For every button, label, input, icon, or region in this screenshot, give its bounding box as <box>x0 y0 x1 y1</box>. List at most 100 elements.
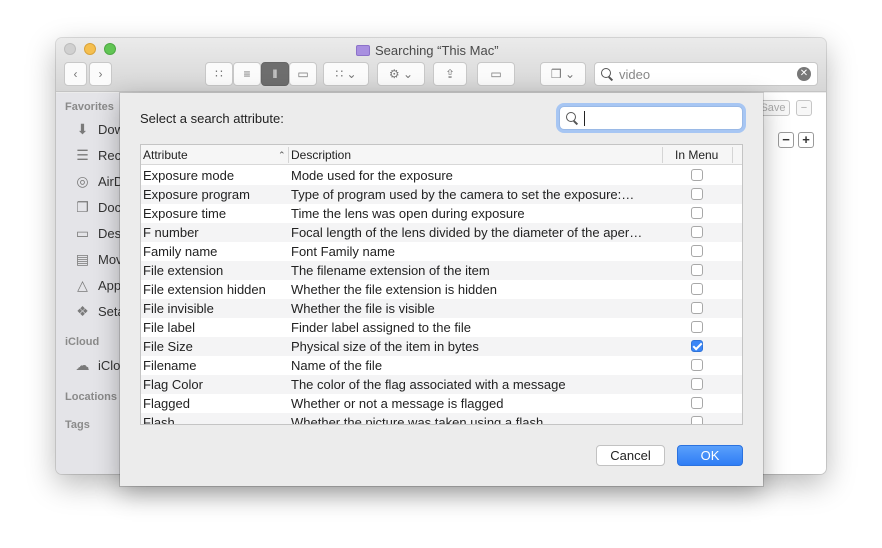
applications-icon: △ <box>77 277 88 293</box>
icon-view-button[interactable]: ∷ <box>205 62 233 86</box>
smart-folder-icon <box>356 44 370 56</box>
table-row[interactable]: Filename Name of the file <box>141 356 742 375</box>
table-row[interactable]: File invisible Whether the file is visibl… <box>141 299 742 318</box>
in-menu-checkbox[interactable] <box>691 302 703 314</box>
table-row[interactable]: F number Focal length of the lens divided… <box>141 223 742 242</box>
in-menu-checkbox[interactable] <box>691 397 703 409</box>
sidebar-item-icloud-drive[interactable]: ☁ iClo <box>74 357 121 373</box>
close-window-button[interactable] <box>64 43 76 55</box>
sort-ascending-icon: ⌃ <box>278 150 286 160</box>
action-menu-button[interactable]: ⚙ ⌄ <box>377 62 425 86</box>
attribute-cell: Filename <box>143 358 197 373</box>
recents-icon: ☰ <box>76 147 89 163</box>
sidebar-item-setapp[interactable]: ❖ Seta <box>74 303 125 319</box>
table-row[interactable]: File Size Physical size of the item in by… <box>141 337 742 356</box>
column-header-description[interactable]: Description <box>291 145 351 165</box>
list-view-button[interactable]: ≡ <box>233 62 261 86</box>
description-cell: Finder label assigned to the file <box>291 320 471 335</box>
sidebar-item-desktop[interactable]: ▭ Des <box>74 225 121 241</box>
table-row[interactable]: Flag Color The color of the flag associat… <box>141 375 742 394</box>
in-menu-checkbox[interactable] <box>691 416 703 424</box>
in-menu-checkbox[interactable] <box>691 188 703 200</box>
in-menu-checkbox[interactable] <box>691 245 703 257</box>
in-menu-checkbox[interactable] <box>691 264 703 276</box>
finder-search-value: video <box>619 66 651 82</box>
documents-icon: ❐ <box>76 199 89 215</box>
window-title: Searching “This Mac” <box>356 42 536 58</box>
column-divider[interactable] <box>288 147 289 163</box>
locations-header[interactable]: Locations <box>65 391 117 403</box>
clear-search-icon[interactable]: ✕ <box>797 67 811 81</box>
sidebar: Favorites ⬇ Dow ☰ Rec ◎ AirD ❐ Doc ▭ Des ▤ Mov… <box>56 93 125 474</box>
add-rule-button[interactable]: + <box>798 132 814 148</box>
in-menu-checkbox[interactable] <box>691 378 703 390</box>
gallery-view-button[interactable]: ▭ <box>289 62 317 86</box>
attribute-cell: File label <box>143 320 196 335</box>
favorites-header: Favorites <box>65 101 114 113</box>
sidebar-item-downloads[interactable]: ⬇ Dow <box>74 121 124 137</box>
sidebar-item-label: iClo <box>98 357 121 373</box>
finder-search-field[interactable]: video ✕ <box>594 62 818 86</box>
group-by-button[interactable]: ∷ ⌄ <box>323 62 369 86</box>
in-menu-checkbox[interactable] <box>691 207 703 219</box>
description-cell: The filename extension of the item <box>291 263 490 278</box>
table-row[interactable]: File extension The filename extension of … <box>141 261 742 280</box>
search-icon <box>566 112 578 124</box>
tags-header[interactable]: Tags <box>65 419 90 431</box>
column-divider[interactable] <box>662 147 663 163</box>
table-row[interactable]: File extension hidden Whether the file ex… <box>141 280 742 299</box>
sidebar-item-recents[interactable]: ☰ Rec <box>74 147 121 163</box>
in-menu-checkbox[interactable] <box>691 226 703 238</box>
table-row[interactable]: Flagged Whether or not a message is flagg… <box>141 394 742 413</box>
table-row[interactable]: Exposure program Type of program used by … <box>141 185 742 204</box>
attribute-cell: Exposure mode <box>143 168 235 183</box>
tags-button[interactable]: ▭ <box>477 62 515 86</box>
sidebar-item-label: App <box>98 277 122 293</box>
remove-rule-button[interactable]: − <box>778 132 794 148</box>
in-menu-checkbox[interactable] <box>691 169 703 181</box>
column-header-attribute[interactable]: Attribute <box>143 145 188 165</box>
columns-icon: ‖ <box>272 67 278 81</box>
zoom-window-button[interactable] <box>104 43 116 55</box>
dropbox-button[interactable]: ❒ ⌄ <box>540 62 586 86</box>
gallery-icon: ▭ <box>297 67 309 81</box>
share-button[interactable]: ⇪ <box>433 62 467 86</box>
attribute-cell: File Size <box>143 339 193 354</box>
search-icon <box>601 68 613 80</box>
sidebar-item-applications[interactable]: △ App <box>74 277 121 293</box>
list-icon: ≡ <box>243 67 251 81</box>
description-cell: Font Family name <box>291 244 396 259</box>
sidebar-item-label: Mov <box>98 251 123 267</box>
table-row[interactable]: Family name Font Family name <box>141 242 742 261</box>
table-row[interactable]: Exposure mode Mode used for the exposure <box>141 166 742 185</box>
table-row[interactable]: Exposure time Time the lens was open duri… <box>141 204 742 223</box>
grid-icon: ∷ <box>215 67 223 81</box>
in-menu-checkbox[interactable] <box>691 340 703 352</box>
remove-criteria-button[interactable]: − <box>796 100 812 116</box>
in-menu-checkbox[interactable] <box>691 283 703 295</box>
sidebar-item-label: Des <box>98 225 122 241</box>
airdrop-icon: ◎ <box>76 173 89 189</box>
sidebar-item-airdrop[interactable]: ◎ AirD <box>74 173 123 189</box>
table-row[interactable]: File label Finder label assigned to the f… <box>141 318 742 337</box>
in-menu-checkbox[interactable] <box>691 321 703 333</box>
tag-icon: ▭ <box>490 67 502 81</box>
attribute-cell: Exposure time <box>143 206 227 221</box>
table-row[interactable]: Flash Whether the picture was taken using… <box>141 413 742 425</box>
description-cell: Whether the picture was taken using a fl… <box>291 415 544 425</box>
minimize-window-button[interactable] <box>84 43 96 55</box>
column-divider[interactable] <box>732 147 733 163</box>
in-menu-checkbox[interactable] <box>691 359 703 371</box>
forward-button[interactable]: › <box>89 62 112 86</box>
column-header-in-menu[interactable]: In Menu <box>675 145 718 165</box>
back-button[interactable]: ‹ <box>64 62 87 86</box>
toolbar: Searching “This Mac” ‹ › ∷ ≡ ‖ ▭ ∷ ⌄ ⚙ ⌄… <box>56 38 826 92</box>
cancel-button[interactable]: Cancel <box>596 445 665 466</box>
attribute-search-field[interactable] <box>559 106 743 130</box>
dropbox-icon: ❒ ⌄ <box>550 67 576 81</box>
ok-button[interactable]: OK <box>677 445 743 466</box>
sidebar-item-documents[interactable]: ❐ Doc <box>74 199 121 215</box>
description-cell: The color of the flag associated with a … <box>291 377 566 392</box>
sidebar-item-movies[interactable]: ▤ Mov <box>74 251 123 267</box>
column-view-button[interactable]: ‖ <box>261 62 289 86</box>
